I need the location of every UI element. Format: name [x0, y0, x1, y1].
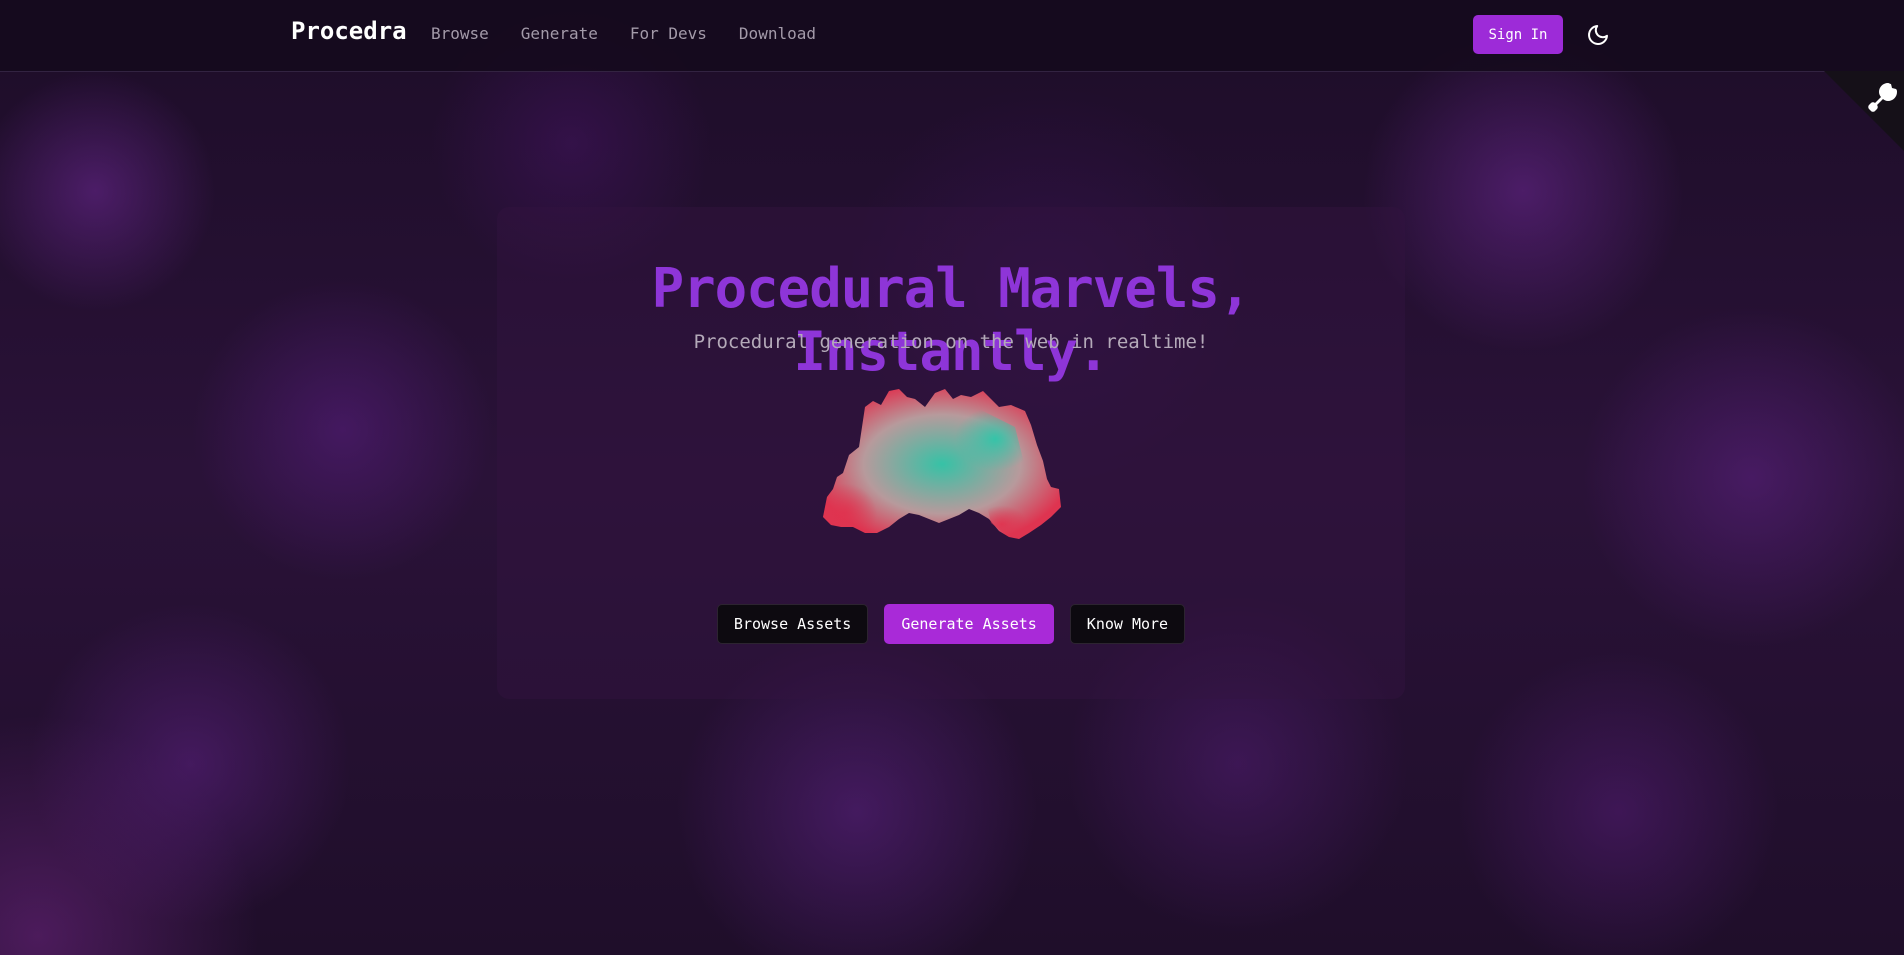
hero-title: Procedural Marvels, Instantly. — [651, 257, 1252, 383]
github-corner-link[interactable] — [1824, 71, 1904, 151]
sign-in-button[interactable]: Sign In — [1473, 15, 1563, 54]
github-octocat-icon — [1824, 71, 1904, 151]
hero-subtitle: Procedural generation on the web in real… — [693, 331, 1209, 353]
know-more-button[interactable]: Know More — [1069, 604, 1186, 644]
top-navbar: Procedra Browse Generate For Devs Downlo… — [0, 0, 1904, 72]
nav-link-generate[interactable]: Generate — [521, 24, 598, 43]
moon-icon[interactable] — [1586, 23, 1610, 47]
hero-button-row: Browse Assets Generate Assets Know More — [497, 604, 1405, 644]
nav-link-browse[interactable]: Browse — [431, 24, 489, 43]
browse-assets-button[interactable]: Browse Assets — [716, 604, 869, 644]
hero-card: Procedural Marvels, Instantly. Procedura… — [497, 207, 1405, 699]
generate-assets-button[interactable]: Generate Assets — [884, 604, 1054, 644]
nav-link-for-devs[interactable]: For Devs — [630, 24, 707, 43]
brand-logo[interactable]: Procedra — [291, 17, 407, 45]
nav-links: Browse Generate For Devs Download — [431, 24, 816, 43]
nav-link-download[interactable]: Download — [739, 24, 816, 43]
procedural-terrain-render — [823, 389, 1061, 539]
